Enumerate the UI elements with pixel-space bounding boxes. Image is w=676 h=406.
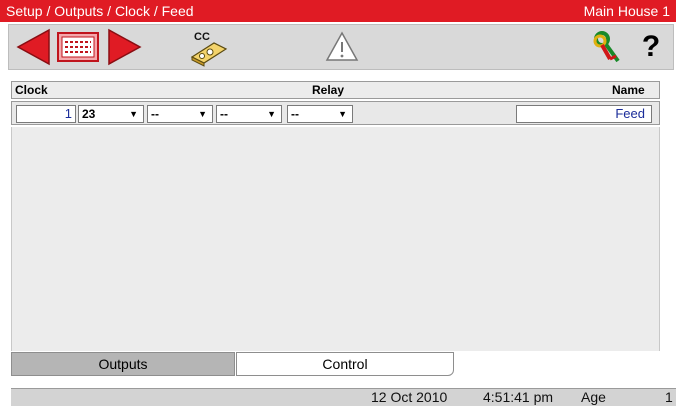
grid-header: Clock Relay Name bbox=[11, 81, 660, 99]
warning-icon bbox=[325, 31, 359, 61]
next-button[interactable] bbox=[105, 27, 145, 67]
location-label: Main House 1 bbox=[583, 3, 670, 19]
copy-cc-button[interactable]: CC bbox=[187, 27, 231, 67]
alarm-button[interactable] bbox=[321, 27, 363, 67]
status-bar: 12 Oct 2010 4:51:41 pm Age 1 bbox=[11, 388, 676, 406]
toolbar: CC ? bbox=[8, 24, 674, 70]
status-date: 12 Oct 2010 bbox=[371, 389, 448, 405]
relay-select-4-value: -- bbox=[291, 107, 299, 121]
arrow-right-icon bbox=[108, 28, 142, 66]
relay-select-2-value: -- bbox=[151, 107, 159, 121]
relay-select-2[interactable]: -- ▼ bbox=[147, 105, 213, 123]
name-column-header: Name bbox=[612, 83, 645, 97]
previous-button[interactable] bbox=[13, 27, 53, 67]
chevron-down-icon: ▼ bbox=[338, 109, 347, 119]
relay-select-3-value: -- bbox=[220, 107, 228, 121]
copy-cc-icon: CC bbox=[190, 31, 228, 67]
title-bar: Setup / Outputs / Clock / Feed Main Hous… bbox=[0, 0, 676, 22]
help-icon: ? bbox=[641, 30, 661, 63]
chevron-down-icon: ▼ bbox=[129, 109, 138, 119]
tab-control[interactable]: Control bbox=[236, 352, 454, 376]
relay-select-1[interactable]: 23 ▼ bbox=[78, 105, 144, 123]
table-row: 1 23 ▼ -- ▼ -- ▼ -- ▼ Feed bbox=[11, 101, 660, 125]
list-button[interactable] bbox=[55, 27, 101, 67]
list-icon bbox=[57, 32, 99, 62]
clock-column-header: Clock bbox=[15, 83, 48, 97]
copy-cc-text: CC bbox=[194, 31, 210, 43]
status-age-value: 1 bbox=[665, 389, 673, 405]
relay-select-1-value: 23 bbox=[82, 107, 96, 121]
arrow-left-icon bbox=[16, 28, 50, 66]
status-age-label: Age bbox=[581, 389, 606, 405]
tab-outputs[interactable]: Outputs bbox=[11, 352, 235, 376]
keys-icon bbox=[593, 31, 620, 63]
relay-select-4[interactable]: -- ▼ bbox=[287, 105, 353, 123]
grid-body bbox=[11, 127, 660, 351]
breadcrumb: Setup / Outputs / Clock / Feed bbox=[6, 3, 194, 19]
chevron-down-icon: ▼ bbox=[198, 109, 207, 119]
relay-column-header: Relay bbox=[312, 83, 345, 97]
status-time: 4:51:41 pm bbox=[483, 389, 554, 405]
clock-number-field[interactable]: 1 bbox=[16, 105, 76, 123]
relay-select-3[interactable]: -- ▼ bbox=[216, 105, 282, 123]
help-button[interactable]: ? bbox=[631, 27, 671, 67]
chevron-down-icon: ▼ bbox=[267, 109, 276, 119]
name-field[interactable]: Feed bbox=[516, 105, 652, 123]
keys-button[interactable] bbox=[587, 27, 627, 67]
